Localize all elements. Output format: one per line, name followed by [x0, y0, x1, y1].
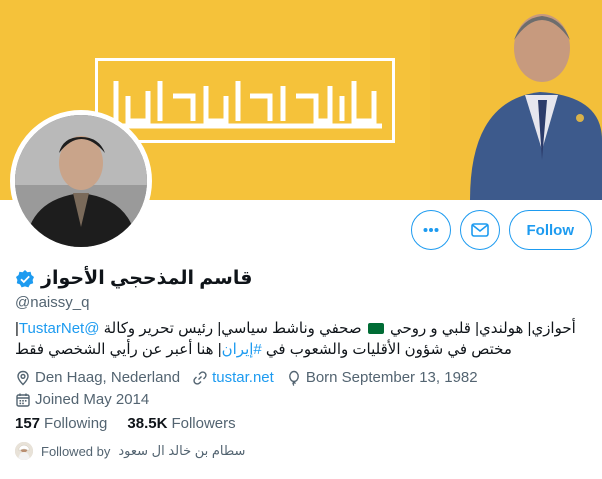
kufic-calligraphy-logo	[95, 58, 395, 143]
birthday-text: Born September 13, 1982	[305, 369, 478, 386]
joined-date: Joined May 2014	[15, 390, 149, 410]
verified-badge-icon	[16, 269, 34, 287]
profile-actions: Follow	[410, 210, 592, 250]
followed-by-prefix: Followed by	[41, 443, 111, 459]
more-button[interactable]	[410, 210, 451, 250]
mail-icon	[470, 223, 489, 237]
bio-text: أحوازي| هولندي| قلبي و روحي	[385, 320, 576, 337]
followed-by-name: سطام بن خالد ال سعود	[118, 443, 246, 458]
followers-label: Followers	[171, 415, 236, 432]
follow-button[interactable]: Follow	[508, 210, 592, 250]
meta-row: Joined May 2014	[15, 390, 590, 410]
location-pin-icon	[17, 370, 29, 386]
followers-link[interactable]: 38.5K Followers	[127, 415, 235, 432]
follow-counts: 157 Following 38.5K Followers	[15, 415, 236, 432]
profile-handle: @naissy_q	[15, 294, 90, 311]
message-button[interactable]	[459, 210, 500, 250]
website-link[interactable]: tustar.net	[212, 368, 274, 388]
meta-row: Den Haag, Nederland tustar.net Born Sept…	[15, 368, 590, 388]
saudi-flag-icon	[367, 323, 384, 334]
bio-hashtag-link[interactable]: #إيران	[222, 341, 262, 358]
more-dots-icon	[423, 228, 438, 232]
location: Den Haag, Nederland	[15, 368, 180, 388]
bio-text: صحفي وناشط سياسي| رئيس تحرير وكالة	[99, 320, 366, 337]
following-count: 157	[15, 415, 41, 432]
bio-line-2: مختص في شؤون الأقليات والشعوب في #إيران|…	[15, 339, 590, 360]
banner-person-photo	[430, 0, 602, 200]
following-label: Following	[44, 415, 108, 432]
birthday: Born September 13, 1982	[286, 368, 478, 388]
link-icon	[193, 371, 207, 385]
bio-line-1: أحوازي| هولندي| قلبي و روحي صحفي وناشط س…	[15, 318, 590, 339]
calendar-icon	[16, 393, 30, 407]
joined-text: Joined May 2014	[35, 391, 150, 408]
bio-mention-link[interactable]: @TustarNet	[19, 320, 100, 337]
location-text: Den Haag, Nederland	[35, 369, 181, 386]
followed-by[interactable]: Followed by سطام بن خالد ال سعود	[15, 442, 245, 460]
followers-count: 38.5K	[127, 415, 168, 432]
profile-avatar[interactable]	[10, 110, 152, 252]
balloon-icon	[288, 370, 299, 386]
bio-text: | هنا أعبر عن رأيي الشخصي فقط	[15, 341, 222, 358]
profile-bio: أحوازي| هولندي| قلبي و روحي صحفي وناشط س…	[15, 318, 590, 360]
bio-text: مختص في شؤون الأقليات والشعوب في	[261, 341, 512, 358]
website: tustar.net	[192, 368, 274, 388]
profile-name-row: قاسم المذحجي الأحواز	[15, 267, 252, 290]
display-name: قاسم المذحجي الأحواز	[41, 268, 253, 289]
follower-avatar	[15, 442, 33, 460]
profile-meta: Den Haag, Nederland tustar.net Born Sept…	[15, 368, 590, 412]
following-link[interactable]: 157 Following	[15, 415, 107, 432]
